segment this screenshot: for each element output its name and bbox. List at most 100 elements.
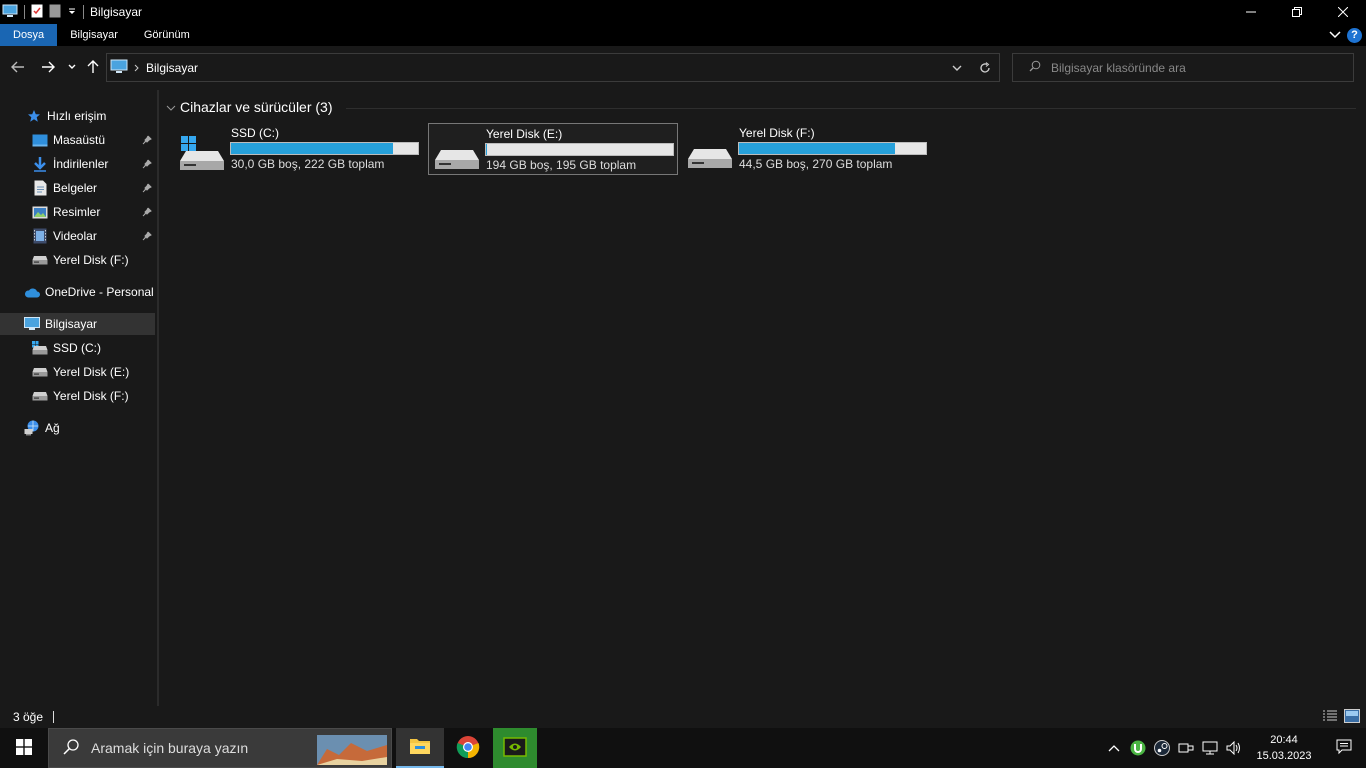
sidebar-item-label: SSD (C:) (53, 341, 101, 355)
sidebar-item-network[interactable]: Ağ (0, 417, 155, 439)
sidebar-item-label: Yerel Disk (F:) (53, 389, 129, 403)
taskbar: Aramak için buraya yazın 20:44 15.03.202… (0, 728, 1366, 768)
drive-tile-disk-f[interactable]: Yerel Disk (F:) 44,5 GB boş, 270 GB topl… (682, 123, 932, 175)
address-dropdown-button[interactable] (943, 54, 971, 81)
breadcrumb[interactable]: Bilgisayar (146, 61, 198, 75)
customize-toolbar-icon[interactable] (67, 5, 77, 19)
cloud-icon (24, 284, 40, 300)
sidebar-item-label: İndirilenler (53, 157, 109, 171)
sidebar-item-label: Hızlı erişim (47, 109, 107, 123)
properties-icon[interactable] (31, 4, 43, 21)
taskbar-app-file-explorer[interactable] (396, 728, 444, 768)
sidebar-item-ssd-c[interactable]: SSD (C:) (0, 337, 155, 359)
forward-button[interactable] (38, 57, 58, 77)
ribbon-tabs: Dosya Bilgisayar Görünüm ? (0, 24, 1366, 46)
capacity-bar (738, 142, 927, 155)
sidebar-item-disk-f[interactable]: Yerel Disk (F:) (0, 385, 155, 407)
taskbar-app-chrome[interactable] (444, 728, 492, 768)
network-tray-icon[interactable] (1198, 728, 1222, 768)
refresh-button[interactable] (971, 54, 999, 81)
utorrent-icon[interactable] (1126, 728, 1150, 768)
back-button[interactable] (8, 57, 28, 77)
group-header[interactable]: Cihazlar ve sürücüler (3) (166, 98, 333, 116)
item-count: 3 öğe (13, 710, 44, 724)
start-button[interactable] (0, 728, 48, 768)
address-bar[interactable]: Bilgisayar (106, 53, 1000, 82)
sidebar-item-label: Masaüstü (53, 133, 106, 147)
sidebar-item-disk-e[interactable]: Yerel Disk (E:) (0, 361, 155, 383)
computer-icon (110, 59, 128, 77)
clock[interactable]: 20:44 15.03.2023 (1246, 732, 1322, 764)
documents-icon (32, 180, 48, 196)
new-folder-icon[interactable] (49, 4, 61, 21)
volume-icon[interactable] (1222, 728, 1246, 768)
search-box[interactable]: Bilgisayar klasöründe ara (1012, 53, 1354, 82)
sidebar-item-quick-access[interactable]: Hızlı erişim (0, 105, 155, 127)
usb-device-icon[interactable] (1174, 728, 1198, 768)
sidebar-item-label: Videolar (53, 229, 97, 243)
desktop-icon (32, 132, 48, 148)
up-button[interactable] (83, 57, 103, 77)
pictures-icon (32, 204, 48, 220)
sidebar-item-documents[interactable]: Belgeler (0, 177, 155, 199)
drive-icon (32, 388, 48, 404)
pin-icon[interactable] (142, 182, 152, 196)
sidebar-item-label: Bilgisayar (45, 317, 98, 331)
ribbon-controls: ? (1329, 24, 1362, 46)
taskbar-app-nvidia[interactable] (493, 728, 537, 768)
drive-capacity-text: 44,5 GB boş, 270 GB toplam (739, 157, 893, 171)
details-view-icon[interactable] (1322, 709, 1338, 726)
drive-icon (686, 133, 732, 174)
sidebar-item-desktop[interactable]: Masaüstü (0, 129, 155, 151)
nvidia-icon (503, 736, 527, 760)
quick-access-toolbar (0, 0, 84, 24)
action-center-button[interactable] (1322, 728, 1366, 768)
clock-date: 15.03.2023 (1256, 750, 1312, 762)
sidebar-item-label: Resimler (53, 205, 101, 219)
capacity-bar (485, 143, 674, 156)
drive-tile-disk-e[interactable]: Yerel Disk (E:) 194 GB boş, 195 GB topla… (428, 123, 678, 175)
window-controls (1228, 0, 1366, 24)
sidebar-item-computer[interactable]: Bilgisayar (0, 313, 155, 335)
sidebar-item-pictures[interactable]: Resimler (0, 201, 155, 223)
sidebar-item-downloads[interactable]: İndirilenler (0, 153, 155, 175)
tab-dosya[interactable]: Dosya (0, 24, 58, 46)
recent-locations-button[interactable] (62, 57, 82, 77)
chrome-icon (456, 735, 480, 762)
chevron-down-icon[interactable] (166, 99, 176, 115)
show-hidden-icons-button[interactable] (1102, 728, 1126, 768)
drive-icon (32, 364, 48, 380)
restore-button[interactable] (1274, 0, 1320, 24)
taskbar-search-input[interactable]: Aramak için buraya yazın (91, 740, 248, 756)
drive-icon (32, 252, 48, 268)
pin-icon[interactable] (142, 206, 152, 220)
navigation-pane: Hızlı erişim Masaüstü İndirilenler Belge… (0, 90, 157, 706)
computer-icon[interactable] (2, 4, 18, 21)
drive-capacity-text: 194 GB boş, 195 GB toplam (486, 158, 637, 172)
help-button[interactable]: ? (1347, 27, 1362, 43)
steam-icon[interactable] (1150, 728, 1174, 768)
taskbar-search[interactable]: Aramak için buraya yazın (48, 728, 392, 768)
expand-ribbon-icon[interactable] (1329, 28, 1341, 42)
sidebar-item-onedrive[interactable]: OneDrive - Personal (0, 281, 155, 303)
pin-icon[interactable] (142, 134, 152, 148)
toolbar-divider (83, 5, 84, 19)
tab-gorunum[interactable]: Görünüm (131, 24, 203, 46)
sidebar-item-videos[interactable]: Videolar (0, 225, 155, 247)
drive-name: Yerel Disk (F:) (739, 126, 815, 140)
drive-capacity-text: 30,0 GB boş, 222 GB toplam (231, 157, 385, 171)
tab-bilgisayar[interactable]: Bilgisayar (57, 24, 131, 46)
minimize-button[interactable] (1228, 0, 1274, 24)
drive-tile-ssd-c[interactable]: SSD (C:) 30,0 GB boş, 222 GB toplam (174, 123, 424, 175)
large-icons-view-icon[interactable] (1344, 709, 1360, 726)
sidebar-item-disk-f-quick[interactable]: Yerel Disk (F:) (0, 249, 155, 271)
computer-icon (24, 316, 40, 332)
pin-icon[interactable] (142, 230, 152, 244)
network-icon (24, 420, 40, 436)
search-icon (63, 738, 79, 758)
pin-icon[interactable] (142, 158, 152, 172)
drive-name: SSD (C:) (231, 126, 279, 140)
system-tray: 20:44 15.03.2023 (1102, 728, 1366, 768)
close-button[interactable] (1320, 0, 1366, 24)
search-input[interactable]: Bilgisayar klasöründe ara (1051, 61, 1186, 75)
